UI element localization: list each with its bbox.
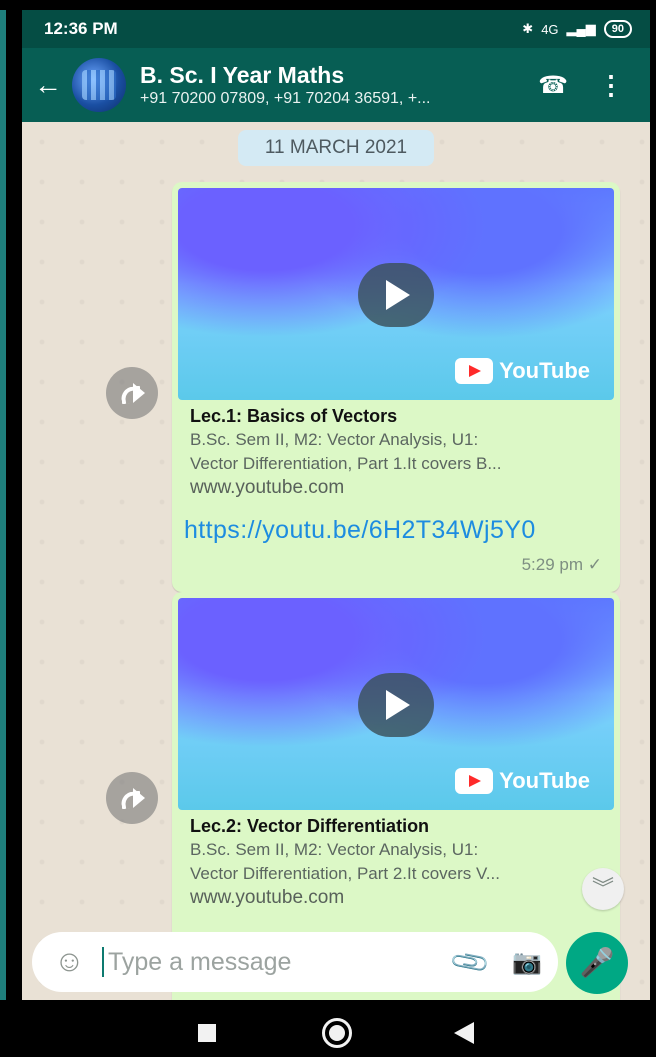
link-preview[interactable]: Lec.2: Vector Differentiation B.Sc. Sem … — [190, 814, 598, 910]
youtube-brand: YouTube — [499, 358, 590, 383]
left-frame-border — [0, 0, 6, 1057]
lecture-title: Lec.2: Vector Differentiation — [190, 816, 430, 836]
lecture-title: Lec.1: Basics of Vectors — [190, 406, 398, 426]
message-input[interactable] — [106, 946, 454, 978]
youtube-brand: YouTube — [499, 768, 590, 793]
status-bar: 12:36 PM ✱ 4G ▂▄▆ 90 — [22, 10, 650, 48]
lecture-description-line: B.Sc. Sem II, M2: Vector Analysis, U1: — [190, 430, 479, 449]
status-time: 12:36 PM — [44, 19, 118, 38]
lecture-description-line: Vector Differentiation, Part 1.It covers… — [190, 454, 502, 473]
sent-status-icon: ✓ — [587, 555, 602, 574]
lecture-description-line: Vector Differentiation, Part 2.It covers… — [190, 864, 500, 883]
lecture-description-line: B.Sc. Sem II, M2: Vector Analysis, U1: — [190, 840, 479, 859]
battery-indicator: 90 — [603, 20, 632, 38]
youtube-logo: YouTube — [455, 768, 590, 794]
preview-domain: www.youtube.com — [190, 477, 345, 498]
double-chevron-down-icon[interactable]: ︾ — [582, 868, 624, 910]
add-call-icon[interactable]: ☎ — [538, 71, 568, 100]
message-time: 5:29 pm — [521, 555, 584, 574]
android-navigation-bar — [0, 1000, 656, 1057]
paperclip-icon[interactable]: 📎 — [448, 940, 493, 984]
home-icon[interactable] — [322, 1018, 352, 1048]
message-composer[interactable]: ☺ 📎 📷 — [32, 932, 558, 992]
video-link[interactable]: https://youtu.be/6H2T34Wj5Y0 — [184, 516, 536, 545]
emoji-icon[interactable]: ☺ — [54, 945, 92, 979]
recent-apps-icon[interactable] — [198, 1024, 216, 1042]
whatsapp-chat-screen: 12:36 PM ✱ 4G ▂▄▆ 90 ← B. Sc. I Year Mat… — [22, 10, 650, 1000]
link-preview[interactable]: Lec.1: Basics of Vectors B.Sc. Sem II, M… — [190, 404, 598, 500]
chat-header: ← B. Sc. I Year Maths +91 70200 07809, +… — [22, 48, 650, 122]
camera-icon[interactable]: 📷 — [512, 948, 542, 977]
chat-participants: +91 70200 07809, +91 70204 36591, +... — [140, 90, 431, 107]
play-icon[interactable] — [358, 263, 434, 327]
chat-title-block[interactable]: B. Sc. I Year Maths +91 70200 07809, +91… — [140, 61, 538, 109]
message-meta: 5:29 pm ✓ — [522, 555, 602, 575]
microphone-icon[interactable]: 🎤 — [566, 932, 628, 994]
forward-icon[interactable] — [106, 772, 158, 824]
chat-title: B. Sc. I Year Maths — [140, 62, 345, 88]
date-separator: 11 MARCH 2021 — [238, 130, 434, 166]
play-icon[interactable] — [358, 673, 434, 737]
youtube-icon — [455, 768, 494, 794]
message-bubble[interactable]: YouTube Lec.1: Basics of Vectors B.Sc. S… — [172, 182, 620, 592]
video-thumbnail[interactable]: YouTube — [178, 598, 614, 810]
more-vert-icon[interactable]: ⋮ — [598, 70, 624, 101]
back-triangle-icon[interactable] — [454, 1022, 474, 1044]
youtube-logo: YouTube — [455, 358, 590, 384]
network-label: 4G — [541, 21, 559, 37]
signal-icon: ▂▄▆ — [566, 21, 596, 36]
bluetooth-icon: ✱ — [522, 21, 534, 36]
text-cursor — [102, 947, 104, 977]
back-arrow-icon[interactable]: ← — [34, 69, 70, 101]
video-thumbnail[interactable]: YouTube — [178, 188, 614, 400]
group-avatar[interactable] — [72, 58, 126, 112]
youtube-icon — [455, 358, 494, 384]
preview-domain: www.youtube.com — [190, 887, 345, 908]
forward-icon[interactable] — [106, 367, 158, 419]
status-icons: ✱ 4G ▂▄▆ 90 — [522, 20, 632, 38]
top-frame-border — [0, 0, 656, 10]
